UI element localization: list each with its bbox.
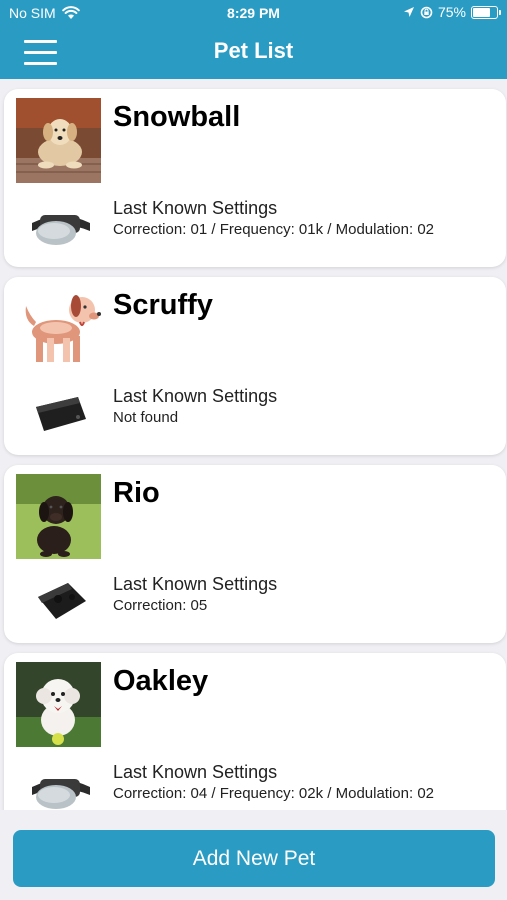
status-bar: No SIM 8:29 PM 75% [0,0,507,28]
black-puppy-photo [16,474,101,559]
golden-retriever-photo [16,98,101,183]
gray-collar-icon [26,201,96,249]
rotation-lock-icon [420,6,433,18]
pet-name: Scruffy [113,289,213,321]
battery-icon [471,5,501,19]
settings-value: Correction: 01 / Frequency: 01k / Modula… [113,221,435,238]
gray-collar-icon [26,765,96,810]
settings-value: Correction: 04 / Frequency: 02k / Modula… [113,785,435,802]
pet-card-snowball[interactable]: Snowball Last Known Settings Correction:… [4,89,506,267]
pet-list[interactable]: Snowball Last Known Settings Correction:… [0,79,507,810]
black-receiver-icon [26,389,96,437]
status-right: 75% [403,4,501,20]
black-receiver-icon [26,577,96,625]
page-title: Pet List [213,38,294,63]
pet-card-rio[interactable]: Rio Last Known Settings Correction: 05 [4,465,506,643]
settings-title: Last Known Settings [113,762,278,782]
pet-name: Snowball [113,101,241,133]
pet-name: Oakley [113,665,209,697]
white-puppy-photo [16,662,101,747]
add-new-pet-button[interactable]: Add New Pet [13,830,495,887]
cartoon-dog-illustration [16,286,101,371]
battery-fill [473,7,490,17]
app-header: No SIM 8:29 PM 75% Pet List [0,0,507,79]
settings-value: Correction: 05 [113,597,208,614]
battery-percent: 75% [437,4,466,20]
settings-value: Not found [113,409,179,426]
nav-bar: Pet List [0,28,507,79]
pet-card-oakley[interactable]: Oakley Last Known Settings Correction: 0… [4,653,506,810]
settings-title: Last Known Settings [113,386,278,406]
settings-title: Last Known Settings [113,574,278,594]
pet-card-scruffy[interactable]: Scruffy Last Known Settings Not found [4,277,506,455]
location-arrow-icon [403,7,414,17]
settings-title: Last Known Settings [113,198,278,218]
footer: Add New Pet [0,810,507,900]
pet-name: Rio [113,477,160,509]
